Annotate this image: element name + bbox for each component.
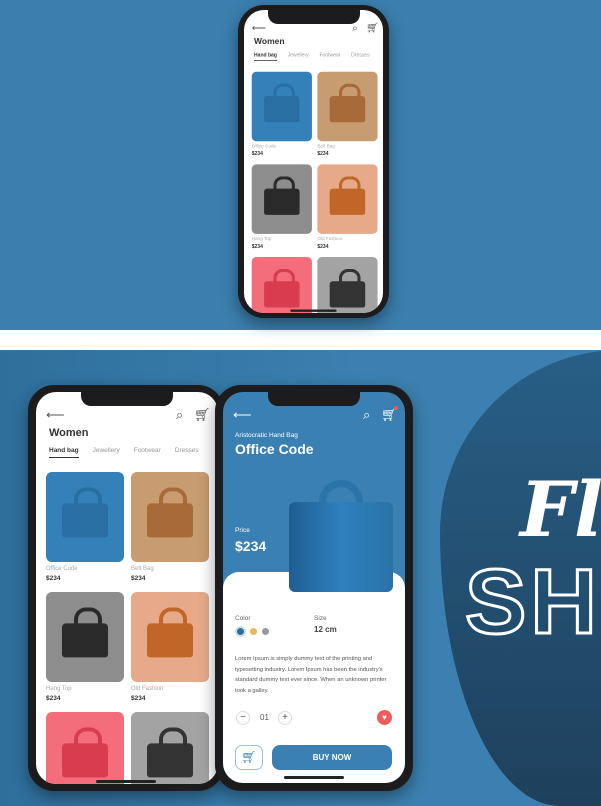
product-image [62,607,108,658]
product-name: Belt Bag [317,144,335,149]
size-value: 12 cm [314,625,337,634]
product-image [329,83,366,123]
notch [267,10,360,24]
product-image [329,176,366,215]
product-image [264,83,300,123]
product-image [62,727,108,778]
product-image [289,502,393,592]
product-image [147,487,193,538]
product-card[interactable] [131,592,209,682]
notch [268,392,360,406]
tab-dresses[interactable]: Dresses [175,447,199,458]
product-title: Office Code [235,441,314,457]
product-name: Old Fashion [131,686,164,692]
tab-hand-bag[interactable]: Hand bag [49,447,79,458]
product-card[interactable] [46,472,124,562]
product-price: $234 [251,151,263,157]
phone-frame: ⟵ ⌕ 🛒︎ Women Hand bag Jewellery Footwear… [28,385,224,791]
search-icon[interactable]: ⌕ [176,407,183,423]
product-name: Belt Bag [131,566,154,572]
favorite-heart-icon[interactable]: ♥ [377,710,392,725]
product-card[interactable] [131,712,209,784]
product-price: $234 [46,575,61,582]
back-arrow-icon[interactable]: ⟵ [252,22,266,34]
tab-hand-bag[interactable]: Hand bag [254,52,277,61]
decrease-quantity-button[interactable]: − [236,711,250,725]
tab-footwear[interactable]: Footwear [134,447,161,458]
color-swatch-gray[interactable] [262,628,269,635]
product-price: $234 [317,151,329,157]
size-label: Size [314,615,327,622]
buy-now-button[interactable]: BUY NOW [272,745,392,770]
category-tabs: Hand bag Jewellery Footwear Dresses [254,52,370,61]
product-image [147,727,193,778]
product-card[interactable] [251,164,312,234]
product-card[interactable] [317,71,378,142]
color-swatch-blue[interactable] [237,628,244,635]
product-card[interactable] [46,592,124,682]
search-icon[interactable]: ⌕ [363,407,370,423]
product-price: $234 [235,538,267,554]
page-title: Women [49,427,89,439]
back-arrow-icon[interactable]: ⟵ [233,407,252,423]
search-icon[interactable]: ⌕ [352,22,358,34]
brand-script-text: Fl [520,465,601,554]
product-card[interactable] [317,257,378,313]
product-description: Lorem Ipsum is simply dummy text of the … [235,656,387,694]
product-image [147,607,193,658]
phone-frame: ⟵ ⌕ 🛒︎ Women Hand bag Jewellery Footwear… [238,5,389,318]
product-image [329,268,366,308]
product-name: Old Fashion [317,236,343,242]
tab-jewellery[interactable]: Jewellery [288,52,309,60]
product-price: $234 [46,695,61,702]
brand-outline-text: SH [464,550,601,655]
category-tabs: Hand bag Jewellery Footwear Dresses [49,447,199,458]
home-indicator [284,776,344,779]
page-title: Women [254,37,285,47]
cart-icon[interactable]: 🛒︎ [194,407,211,423]
back-arrow-icon[interactable]: ⟵ [46,407,65,423]
color-label: Color [235,615,251,622]
product-name: Hang Top [251,236,272,242]
product-price: $234 [317,243,329,250]
home-indicator [290,309,337,312]
product-card[interactable] [251,257,312,313]
tab-jewellery[interactable]: Jewellery [93,447,120,458]
tab-footwear[interactable]: Footwear [319,52,340,60]
quantity-value: 01 [260,713,269,722]
product-price: $234 [131,695,146,702]
product-name: Hang Top [46,686,72,692]
detail-screen: ⟵ ⌕ 🛒︎ Aristocratic Hand Bag Office Code… [223,392,405,783]
product-name: Office Code [46,566,78,572]
product-subtitle: Aristocratic Hand Bag [235,432,298,439]
color-swatch-orange[interactable] [250,628,257,635]
product-price: $234 [251,243,263,250]
product-card[interactable] [251,71,312,142]
product-card[interactable] [46,712,124,784]
home-indicator [96,780,156,783]
notch [81,392,173,406]
cart-icon[interactable]: 🛒︎ [366,22,379,34]
product-image [264,268,300,308]
cart-badge [394,406,398,410]
product-image [264,176,300,215]
product-price: $234 [131,575,146,582]
product-card[interactable] [131,472,209,562]
product-card[interactable] [317,164,378,234]
add-to-cart-button[interactable]: 🛒︎ [235,745,263,770]
tab-dresses[interactable]: Dresses [351,52,369,60]
product-name: Office Code [251,144,277,149]
product-image [62,487,108,538]
increase-quantity-button[interactable]: + [278,711,292,725]
price-label: Price [235,527,250,534]
